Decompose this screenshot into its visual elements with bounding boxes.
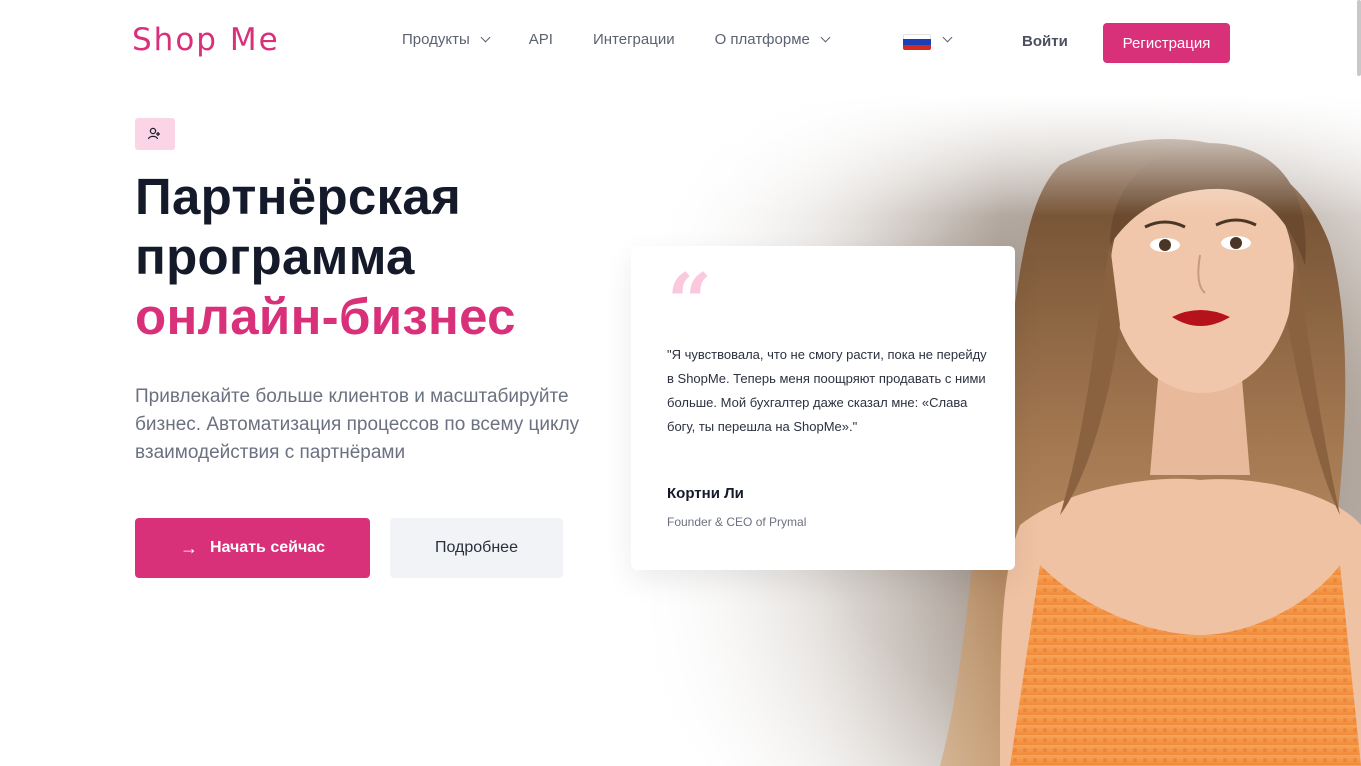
language-chevron-down-icon[interactable] [942,32,953,43]
partners-badge [135,118,175,150]
russia-flag-icon[interactable] [903,34,931,50]
hero-title-accent: онлайн-бизнес [135,288,516,345]
scrollbar[interactable] [1357,0,1361,76]
testimonial-text: "Я чувствовала, что не смогу расти, пока… [667,347,987,434]
quote-icon: “ [667,257,712,348]
login-button[interactable]: Войти [1022,33,1068,50]
nav-item-label: Интеграции [592,31,675,48]
hero-title: Партнёрская программа онлайн-бизнес [135,167,516,347]
register-button[interactable]: Регистрация [1103,23,1230,63]
logo[interactable]: Shop Me [132,22,280,58]
start-now-button[interactable]: → Начать сейчас [135,518,370,578]
arrow-right-icon: → [179,537,198,558]
chevron-down-icon [480,32,491,43]
hero-title-line: программа [135,228,415,285]
testimonial-author-role: Founder & CEO of Prymal [667,515,807,529]
nav-item-products[interactable]: Продукты [402,31,491,48]
hero-description: Привлекайте больше клиентов и масштабиру… [135,386,580,463]
nav-item-label: Продукты [402,31,470,48]
partners-icon [147,127,160,140]
site-header: Shop Me Продукты API Интеграции О платфо… [0,0,1361,84]
nav-item-api[interactable]: API [529,31,553,48]
testimonial-card: “ "Я чувствовала, что не смогу расти, по… [631,246,1015,570]
nav-item-integrations[interactable]: Интеграции [593,31,675,48]
main-nav: Продукты API Интеграции О платформе [402,31,869,48]
testimonial-author: Кортни Ли [667,485,744,502]
start-now-label: Начать сейчас [209,539,326,556]
nav-item-label: О платформе [714,31,810,48]
chevron-down-icon [820,32,831,43]
page: Shop Me Продукты API Интеграции О платфо… [0,0,1361,766]
hero-title-line: Партнёрская [135,168,462,225]
nav-item-label: API [528,31,553,48]
nav-item-about[interactable]: О платформе [714,31,831,48]
learn-more-button[interactable]: Подробнее [390,518,563,578]
